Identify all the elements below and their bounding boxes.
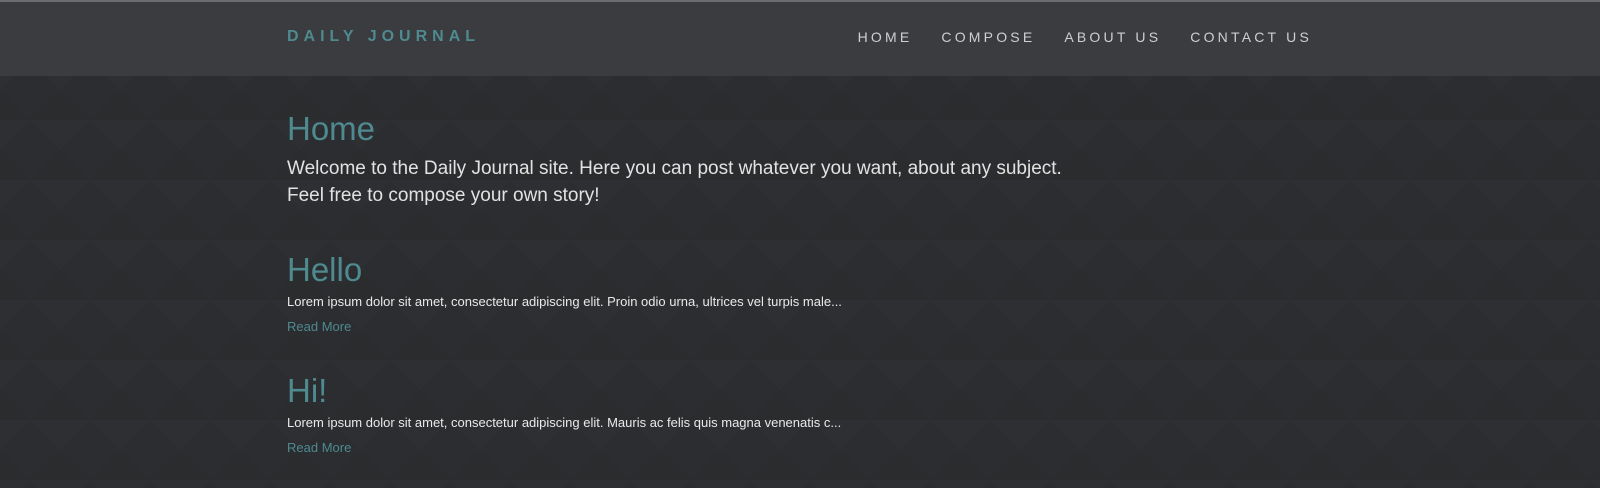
nav-link-compose[interactable]: COMPOSE [941, 29, 1035, 45]
intro-text: Welcome to the Daily Journal site. Here … [287, 155, 1087, 209]
post-excerpt: Lorem ipsum dolor sit amet, consectetur … [287, 415, 842, 430]
nav-item-compose: COMPOSE [941, 29, 1035, 47]
intro-line-1: Welcome to the Daily Journal site. Here … [287, 158, 1062, 179]
navbar: DAILY JOURNAL HOME COMPOSE ABOUT US CONT… [0, 2, 1600, 76]
main-content: Home Welcome to the Daily Journal site. … [287, 76, 1313, 457]
nav-item-about: ABOUT US [1064, 29, 1161, 47]
post-item: Hello Lorem ipsum dolor sit amet, consec… [287, 251, 1313, 336]
brand-logo-link[interactable]: DAILY JOURNAL [287, 28, 480, 46]
nav-link-home[interactable]: HOME [858, 29, 913, 45]
post-title: Hi! [287, 372, 328, 409]
post-title: Hello [287, 251, 363, 288]
page-title: Home [287, 110, 376, 147]
nav-link-about[interactable]: ABOUT US [1064, 29, 1161, 45]
read-more-link[interactable]: Read More [287, 319, 351, 334]
nav-item-home: HOME [858, 29, 913, 47]
intro-line-2: Feel free to compose your own story! [287, 185, 600, 206]
nav-menu: HOME COMPOSE ABOUT US CONTACT US [858, 29, 1312, 47]
read-more-link[interactable]: Read More [287, 440, 351, 455]
post-excerpt: Lorem ipsum dolor sit amet, consectetur … [287, 294, 842, 309]
nav-link-contact[interactable]: CONTACT US [1190, 29, 1312, 45]
post-item: Hi! Lorem ipsum dolor sit amet, consecte… [287, 372, 1313, 457]
nav-item-contact: CONTACT US [1190, 29, 1312, 47]
